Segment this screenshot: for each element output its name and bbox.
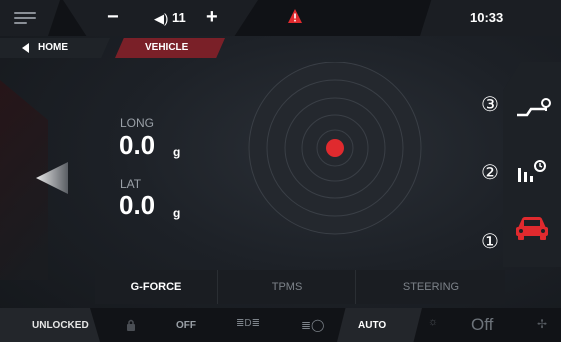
- stats-timer-icon[interactable]: [516, 158, 548, 184]
- lat-value: 0.0: [119, 190, 156, 220]
- menu-icon[interactable]: [14, 12, 36, 24]
- auto-label[interactable]: AUTO: [358, 320, 386, 331]
- lock-icon[interactable]: [126, 319, 136, 331]
- back-arrow-icon: [22, 43, 29, 53]
- route-icon[interactable]: [515, 95, 551, 119]
- fog-light-icon[interactable]: ≣D≣: [236, 318, 260, 329]
- volume-value: 11: [172, 10, 186, 25]
- long-label: LONG: [120, 116, 155, 130]
- volume-down-button[interactable]: −: [107, 7, 119, 27]
- g-force-dot: [326, 139, 344, 157]
- long-value: 0.0: [119, 130, 156, 160]
- off-label[interactable]: OFF: [176, 320, 196, 331]
- tab-g-force[interactable]: G-FORCE: [95, 270, 217, 304]
- tab-tpms[interactable]: TPMS: [217, 270, 356, 304]
- marker-3: ③: [481, 92, 499, 116]
- sun-icon[interactable]: ☼: [428, 316, 438, 328]
- marker-1: ①: [481, 229, 499, 253]
- long-unit: g: [173, 145, 181, 159]
- volume-icon: ◀): [154, 11, 169, 26]
- lat-unit: g: [173, 206, 181, 220]
- vehicle-tab[interactable]: VEHICLE: [115, 38, 225, 58]
- warning-icon[interactable]: [287, 8, 303, 24]
- unlocked-label: UNLOCKED: [32, 320, 89, 331]
- vehicle-screen: − ◀) 11 + 10:33 HOME VEHICLE LONG 0.0 g …: [0, 0, 561, 342]
- tab-steering[interactable]: STEERING: [355, 270, 506, 304]
- top-bar: − ◀) 11 + 10:33: [0, 0, 561, 36]
- car-icon[interactable]: [513, 214, 551, 242]
- clock: 10:33: [470, 10, 504, 25]
- home-label: HOME: [38, 42, 68, 53]
- fan-icon[interactable]: ✢: [537, 317, 547, 331]
- high-beam-icon[interactable]: ≣◯: [301, 318, 324, 332]
- g-force-radar: [248, 62, 422, 235]
- breadcrumb: HOME VEHICLE: [0, 36, 561, 60]
- view-tabs: G-FORCE TPMS STEERING: [95, 270, 505, 304]
- marker-2: ②: [481, 160, 499, 184]
- lat-label: LAT: [120, 177, 142, 191]
- home-button[interactable]: HOME: [0, 38, 110, 58]
- fan-off-label[interactable]: Off: [471, 315, 493, 335]
- vehicle-label: VEHICLE: [145, 42, 189, 53]
- previous-arrow-icon[interactable]: [32, 158, 72, 198]
- lock-status-button[interactable]: UNLOCKED: [0, 308, 100, 342]
- volume-up-button[interactable]: +: [206, 6, 218, 29]
